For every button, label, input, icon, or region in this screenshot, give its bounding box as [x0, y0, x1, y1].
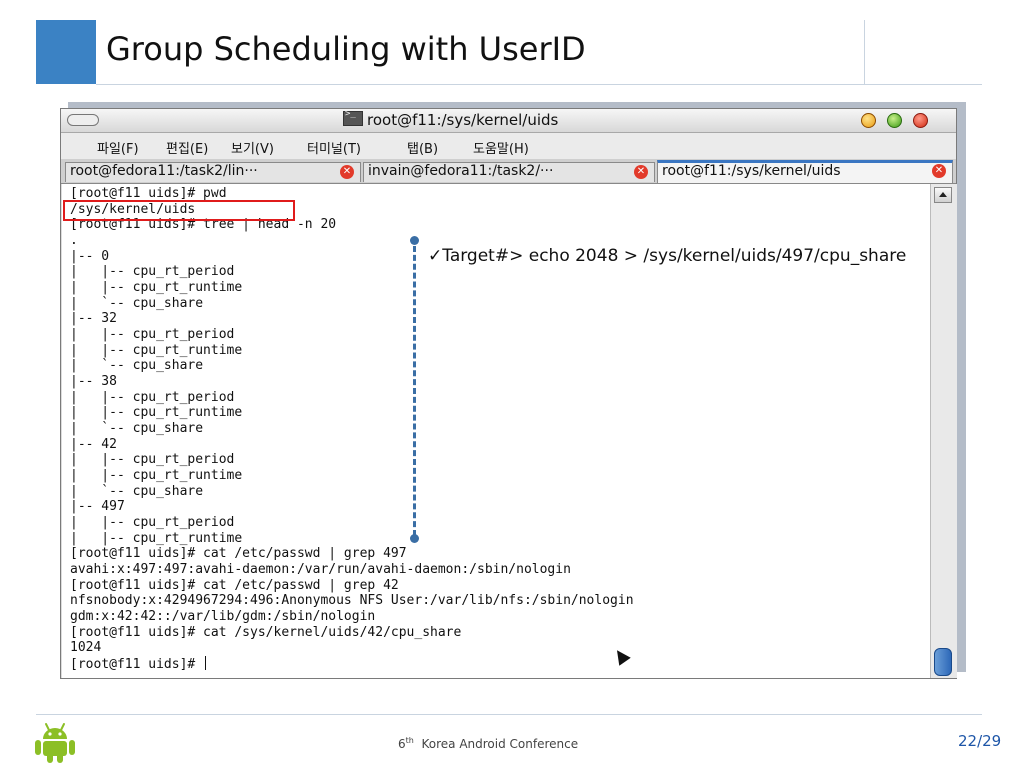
tab-label: root@f11:/sys/kernel/uids — [662, 163, 841, 179]
terminal-line: |-- 42 — [70, 437, 117, 452]
connector-dot-top — [410, 236, 419, 245]
tab-close-icon[interactable]: ✕ — [340, 165, 354, 179]
terminal-line: | |-- cpu_rt_runtime — [70, 468, 243, 483]
terminal-line: | |-- cpu_rt_period — [70, 452, 235, 467]
scroll-up-arrow-icon[interactable] — [934, 187, 952, 203]
terminal-line: . — [70, 233, 78, 248]
window-titlebar[interactable]: root@f11:/sys/kernel/uids — [61, 109, 956, 133]
check-icon: ✓ — [428, 246, 443, 266]
terminal-window: root@f11:/sys/kernel/uids 파일(F) 편집(E) 보기… — [60, 108, 957, 679]
terminal-line: [root@f11 uids]# cat /etc/passwd | grep … — [70, 578, 399, 593]
terminal-line: | |-- cpu_rt_runtime — [70, 280, 243, 295]
scroll-thumb[interactable] — [934, 648, 952, 676]
terminal-line: avahi:x:497:497:avahi-daemon:/var/run/av… — [70, 562, 571, 577]
mouse-pointer-icon — [611, 646, 631, 666]
tab-root-fedora11[interactable]: root@fedora11:/task2/lin··· ✕ — [65, 162, 361, 182]
window-menu-icon[interactable] — [67, 114, 99, 126]
menu-view[interactable]: 보기(V) — [231, 138, 274, 157]
minimize-button[interactable] — [861, 113, 876, 128]
menu-terminal[interactable]: 터미널(T) — [307, 138, 361, 157]
terminal-line: |-- 0 — [70, 249, 110, 264]
annotation-text: Target#> echo 2048 > /sys/kernel/uids/49… — [442, 246, 907, 266]
tab-root-f11-uids[interactable]: root@f11:/sys/kernel/uids ✕ — [657, 160, 953, 183]
title-divider-vertical — [864, 20, 865, 84]
terminal-line: | `-- cpu_share — [70, 358, 204, 373]
window-title: root@f11:/sys/kernel/uids — [343, 109, 559, 129]
terminal-line: | |-- cpu_rt_period — [70, 327, 235, 342]
footer-ordinal: 6 — [398, 737, 406, 751]
terminal-line: [root@f11 uids]# cat /etc/passwd | grep … — [70, 546, 407, 561]
terminal-line: |-- 38 — [70, 374, 117, 389]
terminal-line: [root@f11 uids]# cat /sys/kernel/uids/42… — [70, 625, 462, 640]
menu-file[interactable]: 파일(F) — [97, 138, 139, 157]
annotation-callout: ✓Target#> echo 2048 > /sys/kernel/uids/4… — [428, 246, 907, 266]
terminal-icon — [343, 109, 363, 126]
text-cursor — [205, 656, 207, 670]
maximize-button[interactable] — [887, 113, 902, 128]
terminal-line: 1024 — [70, 640, 102, 655]
slide-title: Group Scheduling with UserID — [106, 30, 586, 68]
close-button[interactable] — [913, 113, 928, 128]
footer-conference: 6th Korea Android Conference — [398, 736, 578, 751]
title-accent-block — [36, 20, 96, 84]
window-title-text: root@f11:/sys/kernel/uids — [367, 111, 559, 129]
terminal-line: | `-- cpu_share — [70, 296, 204, 311]
page-number: 22/29 — [958, 732, 1002, 750]
footer-ordinal-suffix: th — [405, 736, 414, 745]
menu-tabs[interactable]: 탭(B) — [407, 138, 438, 157]
tab-label: invain@fedora11:/task2/··· — [368, 163, 554, 179]
tab-label: root@fedora11:/task2/lin··· — [70, 163, 258, 179]
terminal-line: gdm:x:42:42::/var/lib/gdm:/sbin/nologin — [70, 609, 376, 624]
terminal-scrollbar[interactable] — [930, 184, 957, 678]
terminal-line: | `-- cpu_share — [70, 421, 204, 436]
annotation-connector — [413, 246, 416, 536]
footer-event: Korea Android Conference — [421, 737, 579, 751]
terminal-line: | |-- cpu_rt_runtime — [70, 405, 243, 420]
tab-invain-fedora11[interactable]: invain@fedora11:/task2/··· ✕ — [363, 162, 655, 182]
terminal-line: | |-- cpu_rt_period — [70, 390, 235, 405]
menu-edit[interactable]: 편집(E) — [166, 138, 208, 157]
terminal-line: | |-- cpu_rt_period — [70, 515, 235, 530]
pwd-output-highlight — [63, 200, 295, 221]
title-divider-horizontal — [96, 84, 982, 85]
terminal-prompt: [root@f11 uids]# — [70, 657, 204, 672]
tab-bar: root@fedora11:/task2/lin··· ✕ invain@fed… — [61, 159, 956, 184]
terminal-line: |-- 32 — [70, 311, 117, 326]
android-logo-icon — [35, 723, 75, 763]
tab-close-icon[interactable]: ✕ — [932, 164, 946, 178]
connector-dot-bottom — [410, 534, 419, 543]
terminal-line: | |-- cpu_rt_runtime — [70, 343, 243, 358]
terminal-line: | |-- cpu_rt_period — [70, 264, 235, 279]
terminal-line: [root@f11 uids]# pwd — [70, 186, 227, 201]
menu-help[interactable]: 도움말(H) — [473, 138, 529, 157]
terminal-line: nfsnobody:x:4294967294:496:Anonymous NFS… — [70, 593, 634, 608]
terminal-line: | `-- cpu_share — [70, 484, 204, 499]
menu-bar: 파일(F) 편집(E) 보기(V) 터미널(T) 탭(B) 도움말(H) — [61, 133, 956, 159]
terminal-line: | |-- cpu_rt_runtime — [70, 531, 243, 546]
terminal-line: |-- 497 — [70, 499, 125, 514]
terminal-prompt-line: [root@f11 uids]# — [70, 656, 207, 672]
footer-divider — [36, 714, 982, 715]
tab-close-icon[interactable]: ✕ — [634, 165, 648, 179]
